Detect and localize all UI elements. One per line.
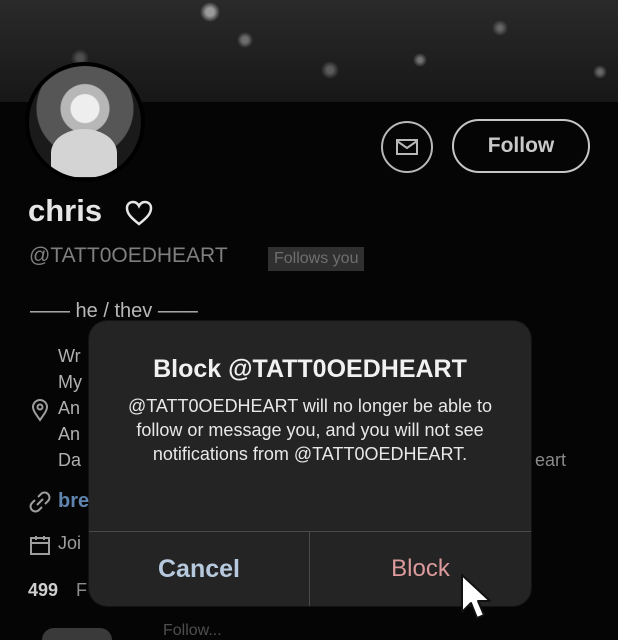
dialog-title: Block @TATT0OEDHEART — [153, 355, 467, 383]
joined-date: Joi — [58, 533, 82, 553]
following-label[interactable]: F — [76, 580, 87, 601]
bio-line-fragment-4: An — [58, 424, 81, 444]
followed-by-text: Follow... — [163, 622, 222, 639]
link-icon — [29, 491, 51, 513]
heart-icon — [125, 200, 153, 226]
profile-avatar[interactable] — [25, 62, 145, 182]
profile-display-name: chris — [28, 193, 103, 228]
mail-icon — [396, 139, 418, 155]
twitter-profile-screen: Follow chris @TATT0OEDHEART Follows you … — [0, 0, 618, 640]
bio-right-fragment: eart — [535, 450, 567, 470]
profile-bio-title: —— he / thev —— — [30, 300, 198, 322]
following-count[interactable]: 499 — [28, 580, 58, 601]
message-button[interactable] — [381, 121, 433, 173]
followed-by-avatars — [42, 628, 112, 640]
bio-line-fragment-5: Da — [58, 450, 82, 470]
profile-handle: @TATT0OEDHEART — [29, 244, 228, 267]
follow-button[interactable]: Follow — [452, 119, 590, 173]
cancel-button[interactable]: Cancel — [89, 532, 309, 606]
block-confirmation-dialog: Block @TATT0OEDHEART @TATT0OEDHEART will… — [89, 321, 531, 606]
block-button[interactable]: Block — [310, 532, 531, 606]
location-icon — [31, 399, 49, 422]
calendar-icon — [30, 536, 50, 555]
bio-line-fragment-2: My — [58, 372, 82, 392]
mouse-cursor-icon — [461, 574, 491, 619]
follows-you-badge: Follows you — [268, 247, 365, 271]
dialog-message: @TATT0OEDHEART will no longer be able to… — [127, 396, 493, 464]
bio-line-fragment-1: Wr — [58, 346, 81, 366]
profile-link[interactable]: bre — [58, 490, 89, 513]
bio-line-fragment-3: An — [58, 398, 81, 418]
